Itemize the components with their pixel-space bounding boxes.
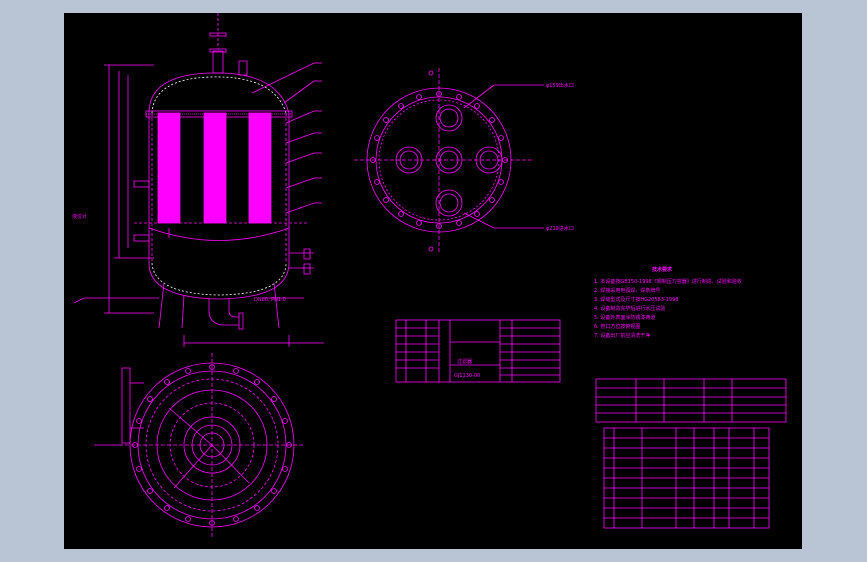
- bottom-view: [94, 353, 304, 538]
- cad-drawing: 技术要求 1. 本设备按GB150-1998《钢制压力容器》进行制造、试验和验收…: [72, 13, 787, 538]
- design-data-table: [595, 378, 787, 423]
- note-4: 4. 设备制造完毕后进行水压试验: [594, 305, 665, 312]
- title-block-drawing-no: GJ1130-00: [454, 373, 480, 379]
- side-label-bottom: DN80, PN1.0: [254, 297, 286, 303]
- note-5: 5. 设备外表面涂防锈漆两道: [594, 314, 655, 321]
- top-view: [354, 68, 544, 253]
- note-2: 2. 焊接采用电弧焊，焊条牌号: [594, 287, 660, 294]
- cad-drawing-canvas: 技术要求 1. 本设备按GB150-1998《钢制压力容器》进行制造、试验和验收…: [64, 13, 802, 549]
- side-label-left: 液位计: [72, 213, 87, 220]
- front-view: [73, 13, 324, 347]
- top-view-filter-holes: [395, 104, 503, 217]
- note-3: 3. 焊缝型式及尺寸按HG20583-1998: [594, 296, 678, 303]
- note-1: 1. 本设备按GB150-1998《钢制压力容器》进行制造、试验和验收: [594, 278, 742, 285]
- notes-title: 技术要求: [652, 266, 673, 273]
- inlet-callout: φ219进水口: [546, 225, 574, 232]
- note-7: 7. 设备出厂前应清洗干净: [594, 332, 650, 339]
- title-block-name: 过滤器: [457, 358, 472, 365]
- note-6: 6. 管口方位按俯视图: [594, 323, 640, 330]
- nozzle-table: [603, 427, 770, 529]
- outlet-callout: φ159出水口: [546, 82, 574, 89]
